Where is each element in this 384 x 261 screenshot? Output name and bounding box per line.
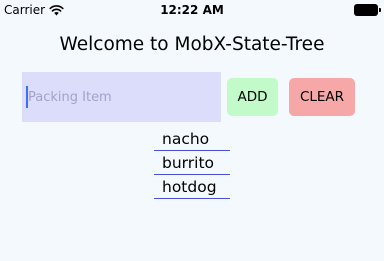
page-title: Welcome to MobX-State-Tree	[59, 34, 325, 55]
list-item[interactable]: burrito	[154, 153, 230, 175]
list-item[interactable]: nacho	[154, 129, 230, 151]
add-button[interactable]: ADD	[227, 78, 278, 116]
status-bar: Carrier 12:22 AM	[0, 0, 384, 22]
list-item[interactable]: hotdog	[154, 177, 230, 199]
text-cursor	[26, 86, 28, 108]
packing-list: nacho burrito hotdog	[154, 129, 230, 201]
packing-item-input[interactable]	[22, 72, 221, 122]
battery-icon	[354, 4, 382, 16]
status-time: 12:22 AM	[160, 3, 224, 17]
clear-button[interactable]: CLEAR	[289, 78, 355, 116]
